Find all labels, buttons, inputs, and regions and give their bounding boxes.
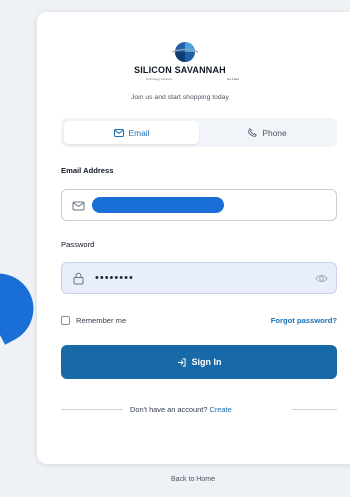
divider-left [61,409,123,410]
remember-me-label: Remember me [76,316,127,325]
sign-in-button[interactable]: Sign In [61,345,337,379]
create-account-link[interactable]: Create [210,405,232,414]
email-label: Email Address [61,166,114,175]
tab-phone-label: Phone [262,127,287,138]
brand-name: SILICON SAVANNAH [134,65,226,75]
brand-subtitle: Technology Solutions [146,77,173,81]
sign-in-label: Sign In [191,357,222,367]
email-value-redaction [92,197,224,213]
password-field[interactable]: •••••••• [61,262,337,294]
remember-me[interactable]: Remember me [61,316,126,325]
tagline: Join us and start shopping today [131,94,229,101]
lock-icon [73,272,84,285]
tab-phone[interactable]: Phone [201,121,334,144]
password-value: •••••••• [95,272,134,284]
page: SILICON SAVANNAH Technology Solutions Go… [0,0,350,497]
mail-icon [113,128,124,137]
login-card [37,12,350,464]
tab-email[interactable]: Email [64,121,199,144]
brand-tag: Go 4 less [227,77,239,81]
brand-logo-icon [171,42,199,62]
remember-me-checkbox[interactable] [61,316,70,325]
no-account-text: Don't have an account? [130,405,208,414]
eye-icon[interactable] [315,273,328,284]
no-account-prompt: Don't have an account? Create [130,405,232,414]
back-to-home-link[interactable]: Back to Home [171,476,215,483]
mail-icon [72,201,85,211]
phone-icon [248,128,258,137]
password-label: Password [61,240,95,249]
tab-email-label: Email [128,127,150,138]
email-field[interactable] [61,189,337,221]
divider-right [292,409,337,410]
login-arrow-icon [177,357,186,367]
forgot-password-link[interactable]: Forgot password? [271,316,337,325]
login-method-tabs: Email Phone [61,118,337,147]
